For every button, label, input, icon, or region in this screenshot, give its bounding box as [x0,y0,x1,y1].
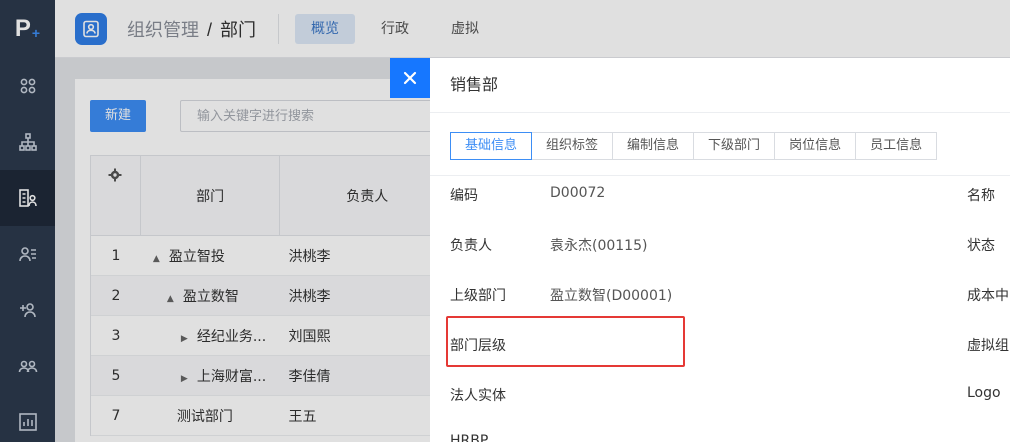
legal-entity-label: 法人实体 [450,388,506,404]
parent-dept-value: 盈立数智(D00001) [550,288,673,304]
detail-tabs: 基础信息 组织标签 编制信息 下级部门 岗位信息 员工信息 [450,132,938,160]
tab-headcount[interactable]: 编制信息 [612,132,695,160]
tab-sub-departments[interactable]: 下级部门 [693,132,776,160]
dept-level-highlight [446,316,685,367]
logo-label: Logo [967,385,1001,401]
tab-employees[interactable]: 员工信息 [855,132,938,160]
hrbp-label: HRBP [450,433,489,442]
code-label: 编码 [450,188,478,204]
tabs-divider [430,175,1010,176]
drawer-title: 销售部 [430,58,1010,113]
cost-center-label: 成本中 [967,288,1009,304]
code-value: D00072 [550,185,606,201]
status-label: 状态 [967,238,995,254]
close-button[interactable] [390,58,430,98]
tab-positions[interactable]: 岗位信息 [774,132,857,160]
owner-label: 负责人 [450,238,492,254]
tab-org-tags[interactable]: 组织标签 [531,132,614,160]
department-detail-drawer: 销售部 基础信息 组织标签 编制信息 下级部门 岗位信息 员工信息 编码 D00… [430,58,1010,442]
name-label: 名称 [967,188,995,204]
virtual-group-label: 虚拟组 [967,338,1009,354]
owner-value: 袁永杰(00115) [550,238,648,254]
tab-basic-info[interactable]: 基础信息 [450,132,533,160]
close-icon [403,71,417,85]
parent-dept-label: 上级部门 [450,288,506,304]
